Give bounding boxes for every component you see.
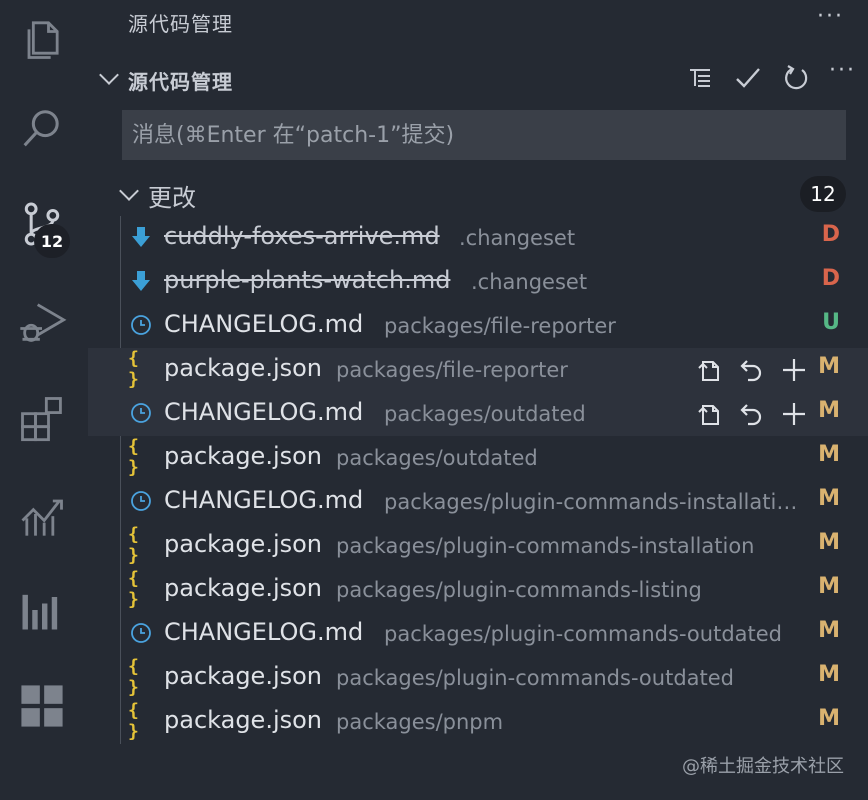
file-status-badge: M — [818, 398, 840, 423]
file-status-badge: M — [818, 574, 840, 599]
file-name: CHANGELOG.md — [164, 310, 364, 338]
discard-changes-icon[interactable] — [736, 398, 768, 430]
extensions-icon[interactable] — [10, 386, 74, 450]
section-header[interactable]: 源代码管理 ··· — [88, 56, 868, 100]
open-file-icon[interactable] — [694, 398, 726, 430]
discard-changes-icon[interactable] — [736, 354, 768, 386]
search-icon[interactable] — [10, 96, 74, 160]
section-title: 源代码管理 — [128, 70, 233, 94]
file-row[interactable]: purple-plants-watch.md .changeset D — [88, 260, 868, 304]
vscode-window: 12 源代码管理 ··· 源代码管理 ··· 消息(⌘Enter 在“patch… — [0, 0, 868, 800]
row-actions — [694, 354, 810, 386]
file-path: packages/file-reporter — [336, 358, 568, 382]
file-name: package.json — [164, 574, 323, 602]
file-name: package.json — [164, 662, 323, 690]
file-path: packages/plugin-commands-installation — [384, 490, 802, 514]
json-braces-icon: { } — [128, 656, 139, 698]
row-actions — [694, 398, 810, 430]
changes-group-header[interactable]: 更改 12 — [88, 172, 868, 216]
activity-bar: 12 — [0, 0, 88, 800]
file-status-badge: M — [818, 662, 840, 687]
explorer-icon[interactable] — [10, 6, 74, 70]
file-path: packages/plugin-commands-installation — [336, 534, 755, 558]
file-row[interactable]: { } package.json packages/outdated M — [88, 436, 868, 480]
file-row[interactable]: { } package.json packages/file-reporter M — [88, 348, 868, 392]
file-path: packages/pnpm — [336, 710, 504, 734]
clock-icon — [128, 488, 154, 514]
run-debug-icon[interactable] — [10, 290, 74, 354]
file-name: package.json — [164, 442, 323, 470]
clock-icon — [128, 312, 154, 338]
file-name: package.json — [164, 354, 323, 382]
changes-count-badge: 12 — [800, 176, 846, 212]
commit-check-icon[interactable] — [732, 62, 764, 94]
file-row[interactable]: CHANGELOG.md packages/plugin-commands-ins… — [88, 480, 868, 524]
file-name: CHANGELOG.md — [164, 486, 364, 514]
source-control-panel: 源代码管理 ··· 源代码管理 ··· 消息(⌘Enter 在“patch-1”… — [88, 0, 868, 800]
more-actions-icon[interactable]: ··· — [817, 4, 844, 29]
json-braces-icon: { } — [128, 348, 139, 390]
file-row[interactable]: { } package.json packages/plugin-commands-… — [88, 656, 868, 700]
file-status-badge: M — [818, 442, 840, 467]
commit-message-input[interactable] — [122, 110, 846, 160]
stage-changes-icon[interactable] — [778, 398, 810, 430]
clock-icon — [128, 400, 154, 426]
json-braces-icon: { } — [128, 700, 139, 742]
file-path: packages/plugin-commands-outdated — [336, 666, 734, 690]
file-name: package.json — [164, 530, 323, 558]
file-row[interactable]: { } package.json packages/plugin-commands-… — [88, 524, 868, 568]
file-path: packages/outdated — [336, 446, 538, 470]
file-name: package.json — [164, 706, 323, 734]
file-name: purple-plants-watch.md — [164, 266, 451, 294]
bar-chart-icon[interactable] — [10, 578, 74, 642]
changes-label: 更改 — [148, 184, 196, 212]
file-status-badge: M — [818, 486, 840, 511]
chevron-down-icon[interactable] — [119, 181, 139, 201]
stage-changes-icon[interactable] — [778, 354, 810, 386]
file-status-badge: M — [818, 618, 840, 643]
file-path: packages/plugin-commands-outdated — [384, 622, 782, 646]
file-path: packages/outdated — [384, 402, 586, 426]
file-status-badge: D — [821, 266, 840, 291]
file-path: packages/file-reporter — [384, 314, 616, 338]
file-name: cuddly-foxes-arrive.md — [164, 222, 440, 250]
grid-icon[interactable] — [10, 674, 74, 738]
watermark: @稀土掘金技术社区 — [682, 756, 844, 777]
json-braces-icon: { } — [128, 568, 139, 610]
refresh-icon[interactable] — [780, 62, 812, 94]
file-status-badge: M — [818, 354, 840, 379]
arrow-down-icon — [128, 268, 154, 294]
json-braces-icon: { } — [128, 436, 139, 478]
file-status-badge: M — [818, 530, 840, 555]
changes-file-list: cuddly-foxes-arrive.md .changeset Dpurple-… — [88, 216, 868, 744]
section-more-icon[interactable]: ··· — [829, 58, 856, 83]
file-row[interactable]: { } package.json packages/pnpm M — [88, 700, 868, 744]
tree-view-icon[interactable] — [684, 62, 716, 94]
view-title: 源代码管理 — [128, 12, 233, 36]
file-name: CHANGELOG.md — [164, 618, 364, 646]
file-status-badge: D — [821, 222, 840, 247]
file-row[interactable]: CHANGELOG.md packages/plugin-commands-out… — [88, 612, 868, 656]
file-status-badge: U — [822, 310, 840, 335]
file-row[interactable]: cuddly-foxes-arrive.md .changeset D — [88, 216, 868, 260]
file-path: .changeset — [471, 270, 588, 294]
scm-badge: 12 — [34, 224, 70, 258]
chevron-down-icon[interactable] — [99, 65, 119, 85]
json-braces-icon: { } — [128, 524, 139, 566]
file-status-badge: M — [818, 706, 840, 731]
file-row[interactable]: CHANGELOG.md packages/file-reporter U — [88, 304, 868, 348]
file-path: .changeset — [459, 226, 576, 250]
file-row[interactable]: CHANGELOG.md packages/outdated M — [88, 392, 868, 436]
clock-icon — [128, 620, 154, 646]
git-graph-icon[interactable] — [10, 482, 74, 546]
open-file-icon[interactable] — [694, 354, 726, 386]
file-name: CHANGELOG.md — [164, 398, 364, 426]
file-row[interactable]: { } package.json packages/plugin-commands-… — [88, 568, 868, 612]
arrow-down-icon — [128, 224, 154, 250]
file-path: packages/plugin-commands-listing — [336, 578, 702, 602]
